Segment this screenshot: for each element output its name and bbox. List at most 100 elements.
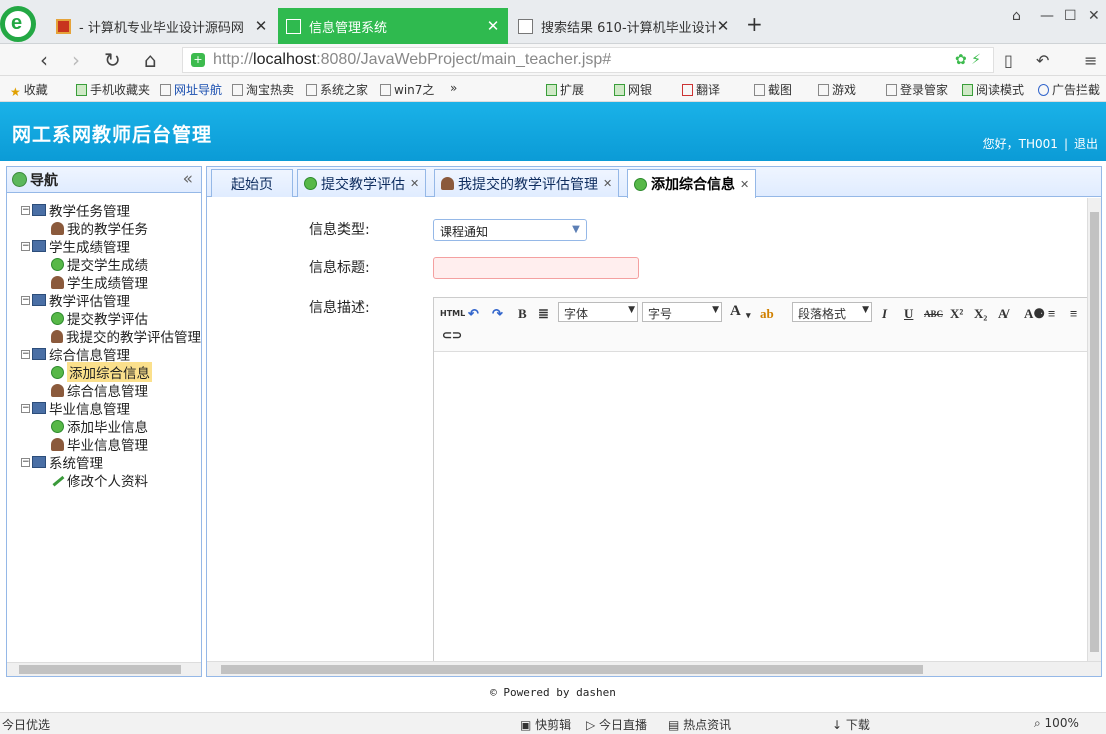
format-brush-icon[interactable]: A⚈ <box>1024 306 1045 322</box>
undo-icon[interactable]: ↶ <box>1036 51 1049 70</box>
tree-group[interactable]: − 系统管理 <box>7 453 201 472</box>
underline-button[interactable]: U <box>904 306 913 322</box>
tab-home[interactable]: 起始页 <box>211 169 293 197</box>
status-live[interactable]: ▷ 今日直播 <box>586 716 647 733</box>
tree-item[interactable]: 修改个人资料 <box>7 471 201 490</box>
italic-button[interactable]: I <box>882 306 887 322</box>
bookmark-system[interactable]: 系统之家 <box>306 81 368 98</box>
scrollbar-thumb[interactable] <box>221 665 923 674</box>
bookmark-translate[interactable]: 翻译 <box>682 81 720 98</box>
scrollbar-thumb[interactable] <box>1090 212 1099 652</box>
bookmark-win7[interactable]: win7之 <box>380 81 434 98</box>
bookmark-more[interactable]: » <box>450 81 457 95</box>
collapse-toggle-icon[interactable]: − <box>21 349 30 359</box>
browser-tab-2-active[interactable]: 信息管理系统 ✕ <box>278 8 508 44</box>
close-icon[interactable]: ✕ <box>716 17 730 35</box>
collapse-toggle-icon[interactable]: − <box>21 295 30 305</box>
status-zoom[interactable]: ⌕ 100% <box>1034 716 1079 731</box>
close-icon[interactable]: ✕ <box>486 17 500 35</box>
subscript-button[interactable]: X₂ <box>974 306 987 322</box>
status-download[interactable]: ↓ 下载 <box>832 716 870 733</box>
tree-item[interactable]: 提交学生成绩 <box>7 255 201 274</box>
collapse-toggle-icon[interactable]: − <box>21 205 30 215</box>
menu-icon[interactable]: ≡ <box>1084 51 1097 70</box>
tab-add-info[interactable]: 添加综合信息 ✕ <box>627 169 757 198</box>
highlight-icon[interactable]: ab <box>760 306 774 322</box>
paragraph-format-select[interactable]: 段落格式 ▼ <box>792 302 872 322</box>
home-icon[interactable]: ⌂ <box>144 48 157 72</box>
tab-my-evaluations[interactable]: 我提交的教学评估管理 ✕ <box>434 169 620 197</box>
browser-logo-icon[interactable]: e <box>0 6 36 42</box>
align-right-icon[interactable]: ≡ <box>1070 306 1077 322</box>
bookmark-reader[interactable]: 阅读模式 <box>962 81 1024 98</box>
tree-item[interactable]: 综合信息管理 <box>7 381 201 400</box>
align-left-icon[interactable]: ≡ <box>1048 306 1055 322</box>
undo-icon[interactable]: ↶ <box>468 306 479 322</box>
tree-item[interactable]: 毕业信息管理 <box>7 435 201 454</box>
browser-tab-3[interactable]: 搜索结果 610-计算机毕业设计源 ✕ <box>510 8 738 44</box>
bookmark-nav[interactable]: 网址导航 <box>160 81 222 98</box>
superscript-button[interactable]: X² <box>950 306 963 322</box>
tree-group[interactable]: − 教学评估管理 <box>7 291 201 310</box>
speed-icon[interactable]: ✿ ⚡ <box>955 52 981 68</box>
font-color-button[interactable]: A <box>730 303 741 320</box>
status-hot-news[interactable]: ▤ 热点资讯 <box>668 716 731 733</box>
scrollbar-thumb[interactable] <box>19 665 181 674</box>
skin-icon[interactable]: ⌂ <box>1012 8 1021 24</box>
new-tab-button[interactable]: + <box>746 12 763 36</box>
back-icon[interactable]: ‹ <box>40 48 48 72</box>
tree-group[interactable]: − 毕业信息管理 <box>7 399 201 418</box>
content-horizontal-scrollbar[interactable] <box>207 661 1101 676</box>
url-input[interactable]: + http://localhost:8080/JavaWebProject/m… <box>182 47 994 73</box>
tree-group[interactable]: − 学生成绩管理 <box>7 237 201 256</box>
minimize-icon[interactable]: — <box>1040 8 1054 24</box>
tree-item[interactable]: 我提交的教学评估管理 <box>7 327 201 346</box>
bookmark-bank[interactable]: 网银 <box>614 81 652 98</box>
bookmark-favorites[interactable]: ★ 收藏 <box>10 81 48 99</box>
align-icon[interactable]: ≣ <box>538 306 549 322</box>
nav-horizontal-scrollbar[interactable] <box>7 662 201 676</box>
collapse-toggle-icon[interactable]: − <box>21 403 30 413</box>
font-family-select[interactable]: 字体 ▼ <box>558 302 638 322</box>
collapse-button[interactable]: « <box>183 169 193 189</box>
tree-group[interactable]: − 综合信息管理 <box>7 345 201 364</box>
tree-item[interactable]: 添加综合信息 <box>7 362 201 382</box>
tab-close-icon[interactable]: ✕ <box>603 177 612 190</box>
bold-button[interactable]: B <box>518 306 527 322</box>
tree-item[interactable]: 提交教学评估 <box>7 309 201 328</box>
content-vertical-scrollbar[interactable] <box>1087 198 1101 662</box>
bookmark-extensions[interactable]: 扩展 <box>546 81 584 98</box>
strikethrough-button[interactable]: ABC <box>924 309 943 319</box>
redo-icon[interactable]: ↷ <box>492 306 503 322</box>
tab-submit-evaluation[interactable]: 提交教学评估 ✕ <box>297 169 427 197</box>
bookmark-games[interactable]: 游戏 <box>818 81 856 98</box>
dropdown-icon[interactable]: ▾ <box>746 310 751 321</box>
clear-format-icon[interactable]: A̸ <box>998 306 1007 322</box>
tab-close-icon[interactable]: ✕ <box>740 178 749 191</box>
bookmark-taobao[interactable]: 淘宝热卖 <box>232 81 294 98</box>
maximize-icon[interactable]: ☐ <box>1064 8 1077 24</box>
editor-content-area[interactable] <box>434 353 1087 662</box>
font-size-select[interactable]: 字号 ▼ <box>642 302 722 322</box>
logout-link[interactable]: 退出 <box>1074 137 1098 151</box>
collapse-toggle-icon[interactable]: − <box>21 241 30 251</box>
tree-item[interactable]: 我的教学任务 <box>7 219 201 238</box>
close-icon[interactable]: ✕ <box>254 17 268 35</box>
status-quick-edit[interactable]: ▣ 快剪辑 <box>520 716 571 733</box>
bookmark-adblock[interactable]: 广告拦截 <box>1038 81 1100 98</box>
phone-icon[interactable]: ▯ <box>1004 51 1013 70</box>
chevron-down-icon[interactable]: ▼ <box>569 222 583 238</box>
info-title-input[interactable] <box>433 257 639 279</box>
tab-close-icon[interactable]: ✕ <box>410 177 419 190</box>
reload-icon[interactable]: ↻ <box>104 48 121 72</box>
link-icon[interactable]: ⊂⊃ <box>442 328 462 343</box>
window-close-icon[interactable]: ✕ <box>1088 8 1100 24</box>
tree-item[interactable]: 添加毕业信息 <box>7 417 201 436</box>
tree-group[interactable]: − 教学任务管理 <box>7 201 201 220</box>
forward-icon[interactable]: › <box>72 48 80 72</box>
bookmark-screenshot[interactable]: 截图 <box>754 81 792 98</box>
bookmark-mobile[interactable]: 手机收藏夹 <box>76 81 150 98</box>
browser-tab-1[interactable]: - 计算机专业毕业设计源码网 ✕ <box>48 8 276 44</box>
html-source-button[interactable]: HTML <box>440 309 465 318</box>
tree-item[interactable]: 学生成绩管理 <box>7 273 201 292</box>
